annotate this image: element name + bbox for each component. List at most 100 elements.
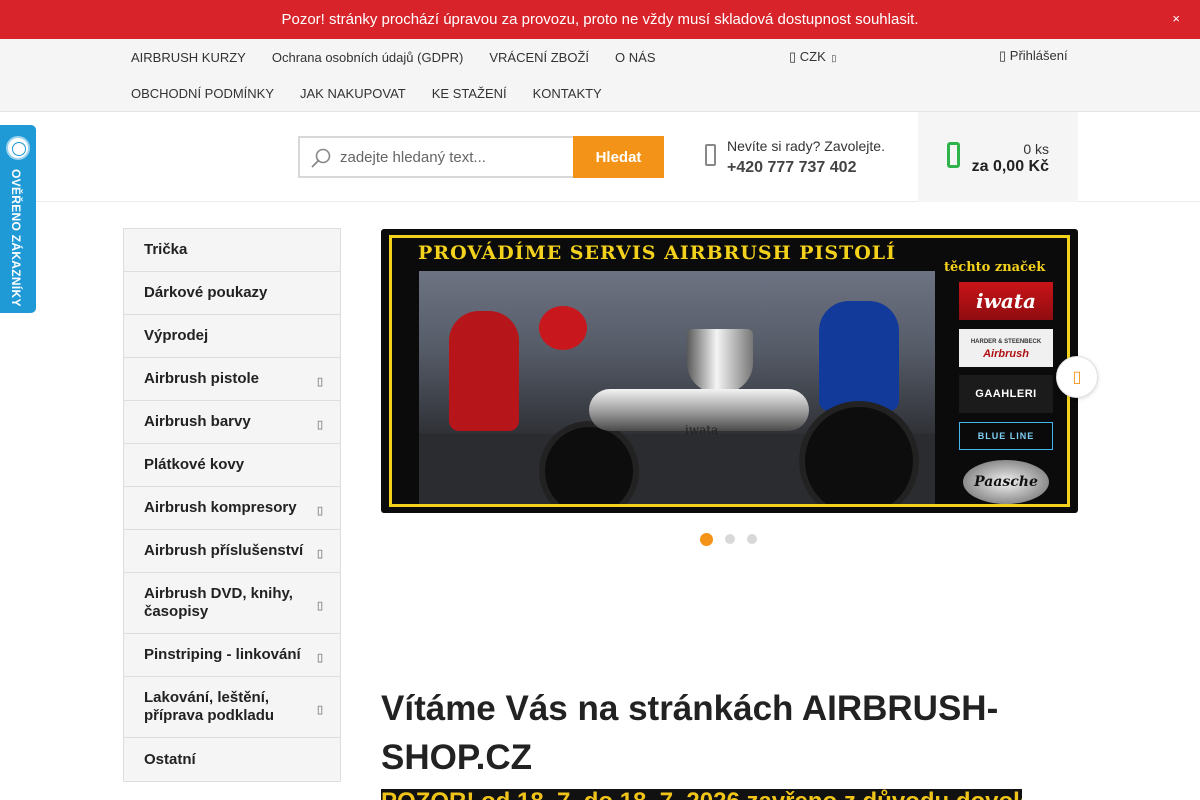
chevron-right-icon: ▯ (316, 652, 323, 664)
contact-question: Nevíte si rady? Zavolejte. (727, 138, 885, 154)
category-label: Pinstriping - linkování (144, 646, 301, 663)
category-item[interactable]: Lakování, leštění, příprava podkladu ▯ (124, 677, 340, 738)
banner-headline: PROVÁDÍME SERVIS AIRBRUSH PISTOLÍ (418, 242, 897, 264)
slider-next-button[interactable]: ▯ (1056, 356, 1098, 398)
category-item[interactable]: Pinstriping - linkování ▯ (124, 634, 340, 677)
search-form: Hledat (298, 136, 664, 178)
phone-icon (705, 144, 716, 166)
brands-title: těchto značek (944, 260, 1046, 275)
nav-link[interactable]: VRÁCENÍ ZBOŽÍ (476, 50, 602, 65)
brand-logo-harder-steenbeck: HARDER & STEENBECK Airbrush (959, 329, 1053, 367)
banner-photo: iwata (419, 271, 935, 504)
chevron-right-icon: ▯ (316, 704, 323, 716)
chevron-down-icon: ▯ (831, 53, 837, 63)
slider-dot[interactable] (725, 534, 735, 544)
chevron-right-icon: ▯ (316, 505, 323, 517)
category-label: Airbrush barvy (144, 413, 251, 430)
brand-harder-steenbeck: HARDER & STEENBECK (970, 339, 1042, 345)
brand-airbrush: Airbrush (983, 348, 1029, 360)
search-input[interactable] (300, 138, 573, 176)
category-item[interactable]: Výprodej (124, 315, 340, 358)
header: Hledat Nevíte si rady? Zavolejte. +420 7… (0, 112, 1200, 202)
verified-badge[interactable]: OVĚŘENO ZÁKAZNÍKY (0, 125, 36, 313)
search-icon (311, 148, 331, 168)
category-label: Trička (144, 241, 188, 258)
nav-link[interactable]: KE STAŽENÍ (419, 86, 520, 101)
login-link[interactable]: ▯ Přihlášení (999, 48, 1068, 64)
photo-gun-label: iwata (685, 423, 719, 437)
currency-selector[interactable]: ▯ CZK ▯ (789, 49, 836, 65)
category-label: Dárkové poukazy (144, 284, 268, 301)
notice-bar: Pozor! stránky prochází úpravou za provo… (0, 0, 1200, 39)
photo-helmet-red (539, 306, 587, 350)
currency-label: CZK (799, 49, 826, 64)
cart-button[interactable]: 0 ks za 0,00 Kč (918, 112, 1078, 202)
photo-mechanic-blue (819, 301, 899, 411)
brand-paasche: Paasche (974, 474, 1038, 490)
nav-link[interactable]: AIRBRUSH KURZY (118, 50, 259, 65)
category-item[interactable]: Dárkové poukazy (124, 272, 340, 315)
hero-banner[interactable]: PROVÁDÍME SERVIS AIRBRUSH PISTOLÍ iwata … (381, 229, 1078, 513)
shopping-bag-icon (947, 142, 960, 168)
brand-iwata: iwata (976, 289, 1036, 313)
category-label: Airbrush DVD, knihy, časopisy (144, 585, 293, 620)
category-item[interactable]: Plátkové kovy (124, 444, 340, 487)
category-sidebar: Trička Dárkové poukazy Výprodej Airbrush pi… (123, 228, 341, 782)
slider-dot[interactable] (747, 534, 757, 544)
category-item[interactable]: Ostatní (124, 738, 340, 781)
search-button[interactable]: Hledat (573, 136, 664, 178)
top-nav: AIRBRUSH KURZY Ochrana osobních údajů (GD… (0, 39, 1200, 112)
category-item[interactable]: Airbrush kompresory ▯ (124, 487, 340, 530)
category-label: Ostatní (144, 750, 196, 768)
welcome-title: Vítáme Vás na stránkách AIRBRUSH-SHOP.CZ (381, 689, 999, 777)
photo-mechanic-red (449, 311, 519, 431)
notice-text: Pozor! stránky prochází úpravou za provo… (281, 11, 919, 28)
category-label: Airbrush kompresory (144, 499, 297, 516)
currency-icon: ▯ (789, 49, 797, 64)
category-label: Airbrush pistole (144, 370, 260, 387)
category-label: Plátkové kovy (144, 456, 245, 473)
chevron-right-icon: ▯ (316, 600, 323, 612)
category-item[interactable]: Airbrush barvy ▯ (124, 401, 340, 444)
cart-price: za 0,00 Kč (971, 158, 1049, 175)
nav-links: AIRBRUSH KURZY Ochrana osobních údajů (GD… (118, 39, 678, 111)
brand-blue-line: BLUE LINE (977, 431, 1035, 441)
brand-logo-paasche: Paasche (963, 460, 1049, 504)
vacation-warning-text: POZOR! od 18. 7. do 18. 7. 2026 zavřeno … (381, 789, 1022, 800)
category-label: Lakování, leštění, příprava podkladu (144, 689, 275, 724)
nav-link[interactable]: KONTAKTY (520, 86, 615, 101)
category-item[interactable]: Airbrush pistole ▯ (124, 358, 340, 401)
nav-link[interactable]: O NÁS (602, 50, 668, 65)
chevron-right-icon: ▯ (316, 419, 323, 431)
nav-link[interactable]: Ochrana osobních údajů (GDPR) (259, 50, 476, 65)
brand-gaahleri: GAAHLERI (975, 388, 1037, 400)
nav-link[interactable]: OBCHODNÍ PODMÍNKY (118, 86, 287, 101)
category-item[interactable]: Airbrush DVD, knihy, časopisy ▯ (124, 573, 340, 634)
category-label: Airbrush příslušenství (144, 542, 304, 559)
cart-qty: 0 ks (1023, 141, 1049, 157)
chevron-right-icon: ▯ (316, 548, 323, 560)
chevron-right-icon: ▯ (316, 376, 323, 388)
photo-airbrush-cup (687, 329, 753, 393)
category-item[interactable]: Trička (124, 229, 340, 272)
nav-link[interactable]: JAK NAKUPOVAT (287, 86, 419, 101)
brand-logo-gaahleri: GAAHLERI (959, 375, 1053, 413)
login-label: Přihlášení (1009, 48, 1068, 63)
search-field (298, 136, 573, 178)
user-icon: ▯ (999, 48, 1007, 63)
close-icon[interactable]: × (1172, 11, 1180, 26)
category-item[interactable]: Airbrush příslušenství ▯ (124, 530, 340, 573)
verified-badge-label: OVĚŘENO ZÁKAZNÍKY (9, 169, 23, 307)
chevron-right-icon: ▯ (1072, 369, 1082, 386)
category-label: Výprodej (144, 327, 209, 344)
nav-row-1: AIRBRUSH KURZY Ochrana osobních údajů (GD… (118, 39, 678, 75)
nav-row-2: OBCHODNÍ PODMÍNKY JAK NAKUPOVAT KE STAŽENÍ… (118, 75, 678, 111)
contact-phone[interactable]: +420 777 737 402 (727, 159, 856, 177)
vacation-warning: POZOR! od 18. 7. do 18. 7. 2026 zavřeno … (381, 789, 1022, 800)
banner-frame: PROVÁDÍME SERVIS AIRBRUSH PISTOLÍ iwata … (389, 235, 1070, 507)
verified-seal-icon (6, 136, 30, 160)
brand-logo-iwata: iwata (959, 282, 1053, 320)
brand-logo-blue-line: BLUE LINE (959, 422, 1053, 450)
slider-dot[interactable] (700, 532, 713, 546)
photo-wheel-right (799, 401, 919, 504)
